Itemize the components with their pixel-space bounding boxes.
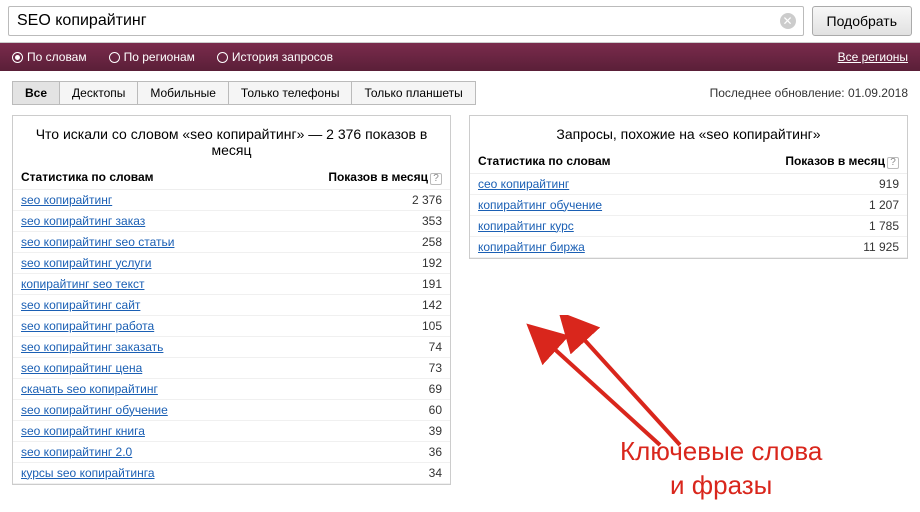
table-row: копирайтинг курс 1 785 bbox=[470, 216, 907, 237]
table-row: seo копирайтинг обучение 60 bbox=[13, 400, 450, 421]
count: 74 bbox=[429, 340, 442, 354]
table-row: seo копирайтинг работа 105 bbox=[13, 316, 450, 337]
query-link[interactable]: seo копирайтинг 2.0 bbox=[21, 445, 132, 459]
annotation-text: Ключевые слова и фразы bbox=[620, 435, 822, 503]
search-bar: ✕ Подобрать bbox=[0, 0, 920, 43]
count: 192 bbox=[422, 256, 442, 270]
tab-phones[interactable]: Только телефоны bbox=[228, 81, 353, 105]
table-row: seo копирайтинг заказ 353 bbox=[13, 211, 450, 232]
filter-bar: По словам По регионам История запросов В… bbox=[0, 43, 920, 71]
panel-title: Что искали со словом «seo копирайтинг» —… bbox=[13, 116, 450, 166]
count: 1 207 bbox=[869, 198, 899, 212]
query-link[interactable]: seo копирайтинг сайт bbox=[21, 298, 140, 312]
radio-by-words[interactable]: По словам bbox=[12, 50, 87, 64]
query-link[interactable]: копирайтинг обучение bbox=[478, 198, 602, 212]
count: 105 bbox=[422, 319, 442, 333]
radio-label: По регионам bbox=[124, 50, 195, 64]
query-link[interactable]: seo копирайтинг seo статьи bbox=[21, 235, 174, 249]
query-link[interactable]: копирайтинг курс bbox=[478, 219, 574, 233]
clear-icon[interactable]: ✕ bbox=[780, 13, 796, 29]
col-stats: Статистика по словам bbox=[478, 154, 611, 169]
count: 142 bbox=[422, 298, 442, 312]
annotation-overlay: Ключевые слова и фразы bbox=[520, 315, 740, 498]
table-row: seo копирайтинг услуги 192 bbox=[13, 253, 450, 274]
count: 73 bbox=[429, 361, 442, 375]
table-row: копирайтинг биржа 11 925 bbox=[470, 237, 907, 258]
radio-icon bbox=[12, 52, 23, 63]
table-row: seo копирайтинг книга 39 bbox=[13, 421, 450, 442]
count: 39 bbox=[429, 424, 442, 438]
table-row: курсы seo копирайтинга 34 bbox=[13, 463, 450, 484]
last-update: Последнее обновление: 01.09.2018 bbox=[710, 86, 908, 100]
count: 69 bbox=[429, 382, 442, 396]
search-input[interactable] bbox=[8, 6, 804, 36]
query-link[interactable]: seo копирайтинг заказ bbox=[21, 214, 145, 228]
query-link[interactable]: seo копирайтинг услуги bbox=[21, 256, 151, 270]
table-row: копирайтинг обучение 1 207 bbox=[470, 195, 907, 216]
panel-searched-with: Что искали со словом «seo копирайтинг» —… bbox=[12, 115, 451, 485]
tab-all[interactable]: Все bbox=[12, 81, 60, 105]
count: 34 bbox=[429, 466, 442, 480]
count: 60 bbox=[429, 403, 442, 417]
query-link[interactable]: seo копирайтинг заказать bbox=[21, 340, 163, 354]
query-link[interactable]: скачать seo копирайтинг bbox=[21, 382, 158, 396]
radio-label: По словам bbox=[27, 50, 87, 64]
radio-label: История запросов bbox=[232, 50, 333, 64]
help-icon[interactable]: ? bbox=[887, 157, 899, 169]
table-row: seo копирайтинг seo статьи 258 bbox=[13, 232, 450, 253]
table-row: seo копирайтинг 2.0 36 bbox=[13, 442, 450, 463]
table-header: Статистика по словам Показов в месяц? bbox=[13, 166, 450, 190]
col-count: Показов в месяц? bbox=[785, 154, 899, 169]
panel-title: Запросы, похожие на «seo копирайтинг» bbox=[470, 116, 907, 150]
tab-bar: Все Десктопы Мобильные Только телефоны Т… bbox=[0, 71, 920, 115]
table-row: seo копирайтинг сайт 142 bbox=[13, 295, 450, 316]
query-link[interactable]: seo копирайтинг книга bbox=[21, 424, 145, 438]
radio-by-regions[interactable]: По регионам bbox=[109, 50, 195, 64]
radio-icon bbox=[109, 52, 120, 63]
col-stats: Статистика по словам bbox=[21, 170, 154, 185]
count: 353 bbox=[422, 214, 442, 228]
table-row: скачать seo копирайтинг 69 bbox=[13, 379, 450, 400]
query-link[interactable]: seo копирайтинг bbox=[21, 193, 112, 207]
table-row: копирайтинг seo текст 191 bbox=[13, 274, 450, 295]
search-input-wrap: ✕ bbox=[8, 6, 804, 36]
device-tabs: Все Десктопы Мобильные Только телефоны Т… bbox=[12, 81, 475, 105]
region-selector[interactable]: Все регионы bbox=[838, 50, 908, 64]
radio-icon bbox=[217, 52, 228, 63]
count: 2 376 bbox=[412, 193, 442, 207]
count: 258 bbox=[422, 235, 442, 249]
query-link[interactable]: копирайтинг биржа bbox=[478, 240, 585, 254]
count: 191 bbox=[422, 277, 442, 291]
count: 11 925 bbox=[863, 240, 899, 254]
submit-button[interactable]: Подобрать bbox=[812, 6, 913, 36]
tab-tablets[interactable]: Только планшеты bbox=[351, 81, 475, 105]
table-row: seo копирайтинг цена 73 bbox=[13, 358, 450, 379]
query-link[interactable]: копирайтинг seo текст bbox=[21, 277, 144, 291]
tab-desktops[interactable]: Десктопы bbox=[59, 81, 138, 105]
table-row: seo копирайтинг заказать 74 bbox=[13, 337, 450, 358]
table-row: seo копирайтинг 2 376 bbox=[13, 190, 450, 211]
query-link[interactable]: сео копирайтинг bbox=[478, 177, 569, 191]
query-link[interactable]: курсы seo копирайтинга bbox=[21, 466, 155, 480]
table-body: сео копирайтинг 919 копирайтинг обучение 1 … bbox=[470, 174, 907, 258]
table-body: seo копирайтинг 2 376 seo копирайтинг зака… bbox=[13, 190, 450, 484]
query-link[interactable]: seo копирайтинг цена bbox=[21, 361, 142, 375]
table-row: сео копирайтинг 919 bbox=[470, 174, 907, 195]
radio-group: По словам По регионам История запросов bbox=[12, 50, 333, 64]
query-link[interactable]: seo копирайтинг работа bbox=[21, 319, 154, 333]
table-header: Статистика по словам Показов в месяц? bbox=[470, 150, 907, 174]
tab-mobile[interactable]: Мобильные bbox=[137, 81, 229, 105]
col-count: Показов в месяц? bbox=[328, 170, 442, 185]
help-icon[interactable]: ? bbox=[430, 173, 442, 185]
count: 919 bbox=[879, 177, 899, 191]
count: 36 bbox=[429, 445, 442, 459]
panels: Что искали со словом «seo копирайтинг» —… bbox=[0, 115, 920, 497]
panel-similar: Запросы, похожие на «seo копирайтинг» Ст… bbox=[469, 115, 908, 259]
radio-history[interactable]: История запросов bbox=[217, 50, 333, 64]
query-link[interactable]: seo копирайтинг обучение bbox=[21, 403, 168, 417]
count: 1 785 bbox=[869, 219, 899, 233]
